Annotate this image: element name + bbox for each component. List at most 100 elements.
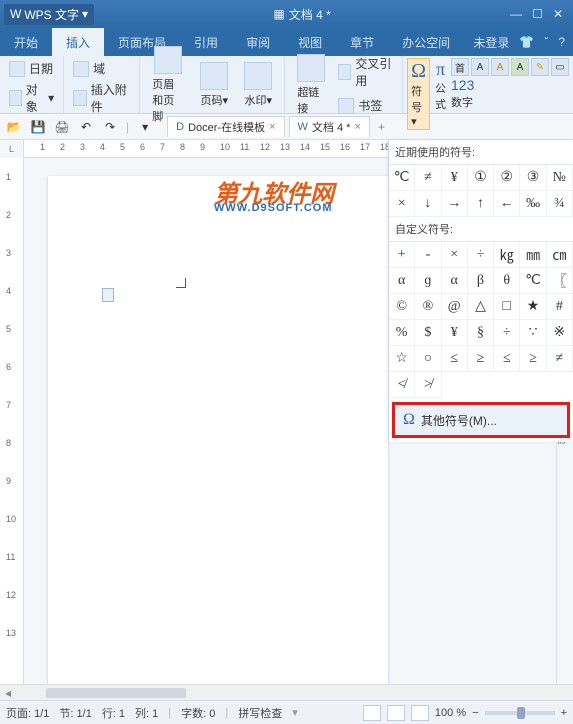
view-page-button[interactable] xyxy=(363,705,381,721)
print-icon[interactable]: 🖨 xyxy=(54,119,70,135)
horizontal-scrollbar[interactable]: ◂ xyxy=(0,684,573,700)
symbol-cell[interactable]: ※ xyxy=(547,320,573,346)
symbol-cell[interactable]: ↓ xyxy=(415,191,441,217)
symbol-cell[interactable]: ÷ xyxy=(494,320,520,346)
zoom-in-button[interactable]: + xyxy=(561,707,567,719)
minimize-button[interactable]: — xyxy=(510,7,522,21)
symbol-cell[interactable]: ɡ xyxy=(415,268,441,294)
symbol-cell[interactable]: △ xyxy=(468,294,494,320)
open-icon[interactable]: 📂 xyxy=(6,119,22,135)
symbol-cell[interactable]: → xyxy=(442,191,468,217)
number-button[interactable]: 数字 xyxy=(451,94,509,110)
tab-office[interactable]: 办公空间 xyxy=(388,28,464,56)
app-badge[interactable]: W WPS 文字 ▾ xyxy=(4,4,94,25)
symbol-cell[interactable]: ¥ xyxy=(442,320,468,346)
qat-dropdown-icon[interactable]: ▾ xyxy=(137,119,153,135)
tab-insert[interactable]: 插入 xyxy=(52,28,104,56)
symbol-cell[interactable]: # xyxy=(547,294,573,320)
undo-icon[interactable]: ↶ xyxy=(78,119,94,135)
symbol-cell[interactable]: + xyxy=(389,242,415,268)
close-button[interactable]: ✕ xyxy=(553,7,563,21)
view-web-button[interactable] xyxy=(411,705,429,721)
symbol-button[interactable]: Ω 符号▾ xyxy=(407,58,430,130)
wordart-button[interactable]: A xyxy=(491,58,509,76)
symbol-cell[interactable]: × xyxy=(389,191,415,217)
symbol-cell[interactable]: ® xyxy=(415,294,441,320)
symbol-cell[interactable]: © xyxy=(389,294,415,320)
symbol-cell[interactable]: ← xyxy=(494,191,520,217)
symbol-cell[interactable]: - xyxy=(415,242,441,268)
textbox-button[interactable]: A xyxy=(471,58,489,76)
misc-btn-1[interactable]: A xyxy=(511,58,529,76)
symbol-cell[interactable]: ℃ xyxy=(389,165,415,191)
page[interactable] xyxy=(48,176,388,684)
symbol-cell[interactable]: ② xyxy=(494,165,520,191)
close-tab-icon[interactable]: × xyxy=(269,121,275,133)
symbol-cell[interactable]: □ xyxy=(494,294,520,320)
help-icon[interactable]: ? xyxy=(558,35,565,49)
tab-review[interactable]: 审阅 xyxy=(232,28,284,56)
symbol-cell[interactable]: ③ xyxy=(520,165,546,191)
crossref-button[interactable]: 交叉引用 xyxy=(335,53,396,91)
symbol-cell[interactable]: § xyxy=(468,320,494,346)
symbol-cell[interactable]: ∵ xyxy=(520,320,546,346)
symbol-cell[interactable]: ↑ xyxy=(468,191,494,217)
collapse-ribbon-icon[interactable]: ˇ xyxy=(544,35,548,49)
status-section[interactable]: 节: 1/1 xyxy=(59,705,91,721)
symbol-cell[interactable]: ≤ xyxy=(494,346,520,372)
scrollbar-thumb[interactable] xyxy=(46,688,186,698)
symbol-cell[interactable]: ㎜ xyxy=(520,242,546,268)
symbol-cell[interactable]: ㎝ xyxy=(547,242,573,268)
status-chars[interactable]: 字数: 0 xyxy=(181,705,215,721)
symbol-cell[interactable]: θ xyxy=(494,268,520,294)
vertical-ruler[interactable]: 12345678910111213 xyxy=(0,158,24,684)
symbol-cell[interactable]: × xyxy=(442,242,468,268)
symbol-cell[interactable]: ○ xyxy=(415,346,441,372)
redo-icon[interactable]: ↷ xyxy=(102,119,118,135)
symbol-cell[interactable]: ≠ xyxy=(547,346,573,372)
maximize-button[interactable]: ☐ xyxy=(532,7,543,21)
zoom-out-button[interactable]: − xyxy=(472,707,478,719)
symbol-cell[interactable]: ≠ xyxy=(415,165,441,191)
symbol-cell[interactable]: 〖 xyxy=(547,268,573,294)
symbol-cell[interactable]: ≯ xyxy=(415,372,441,398)
tab-chapter[interactable]: 章节 xyxy=(336,28,388,56)
dropcap-button[interactable]: 首 xyxy=(451,58,469,76)
watermark-button[interactable]: 水印▾ xyxy=(238,60,278,110)
equation-button[interactable]: π 公式 xyxy=(432,58,449,113)
symbol-cell[interactable]: ÷ xyxy=(468,242,494,268)
symbol-cell[interactable]: % xyxy=(389,320,415,346)
symbol-cell[interactable]: β xyxy=(468,268,494,294)
zoom-value[interactable]: 100 % xyxy=(435,707,466,719)
hyperlink-button[interactable]: 超链接 xyxy=(291,52,331,118)
tab-start[interactable]: 开始 xyxy=(0,28,52,56)
symbol-cell[interactable]: ≤ xyxy=(442,346,468,372)
login-status[interactable]: 未登录 xyxy=(473,34,509,51)
symbol-cell[interactable]: ¥ xyxy=(442,165,468,191)
symbol-cell[interactable]: ‰ xyxy=(520,191,546,217)
symbol-cell[interactable]: @ xyxy=(442,294,468,320)
skin-icon[interactable]: 👕 xyxy=(519,35,534,49)
symbol-cell[interactable]: α xyxy=(389,268,415,294)
symbol-cell[interactable]: ≮ xyxy=(389,372,415,398)
more-symbols-button[interactable]: Ω 其他符号(M)... xyxy=(392,402,570,438)
misc-btn-3[interactable]: ▭ xyxy=(551,58,569,76)
symbol-cell[interactable]: ≥ xyxy=(468,346,494,372)
symbol-cell[interactable]: ㎏ xyxy=(494,242,520,268)
symbol-cell[interactable]: ☆ xyxy=(389,346,415,372)
date-button[interactable]: 日期 xyxy=(6,58,57,79)
field-button[interactable]: 域 xyxy=(70,58,133,79)
misc-btn-2[interactable]: ✎ xyxy=(531,58,549,76)
doctab-doc4[interactable]: W 文档 4 * × xyxy=(289,116,370,137)
zoom-slider[interactable] xyxy=(485,711,555,715)
symbol-cell[interactable]: ★ xyxy=(520,294,546,320)
status-spellcheck[interactable]: 拼写检查 xyxy=(238,705,282,721)
symbol-cell[interactable]: № xyxy=(547,165,573,191)
view-outline-button[interactable] xyxy=(387,705,405,721)
object-button[interactable]: 对象▾ xyxy=(6,79,57,117)
symbol-cell[interactable]: ℃ xyxy=(520,268,546,294)
symbol-cell[interactable]: α xyxy=(442,268,468,294)
page-number-button[interactable]: 页码▾ xyxy=(194,60,234,110)
status-page[interactable]: 页面: 1/1 xyxy=(6,705,49,721)
symbol-cell[interactable]: ① xyxy=(468,165,494,191)
